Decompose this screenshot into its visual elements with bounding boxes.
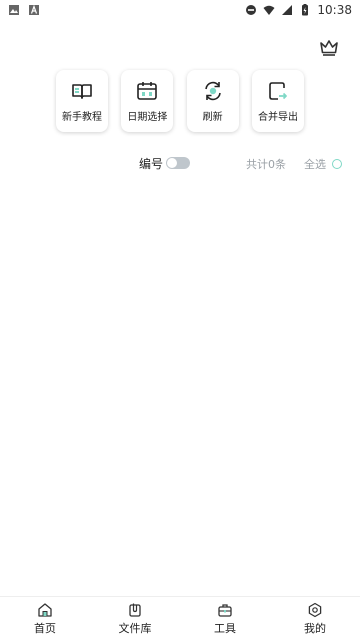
nav-item-home[interactable]: 首页 — [5, 602, 85, 636]
dnd-icon — [246, 5, 257, 15]
bottom-nav: 首页 文件库 工具 我的 — [0, 596, 360, 640]
status-time: 10:38 — [317, 3, 352, 17]
status-right: 10:38 — [245, 3, 352, 17]
tool-cards: 新手教程 日期选择 刷新 合并导出 — [56, 70, 304, 132]
refresh-label: 刷新 — [202, 112, 223, 123]
home-icon — [38, 602, 52, 617]
nav-label-home: 首页 — [34, 621, 56, 635]
calendar-icon — [137, 82, 158, 100]
nav-label-tools: 工具 — [214, 621, 236, 635]
files-icon — [129, 603, 141, 617]
profile-icon — [308, 602, 322, 617]
export-icon — [269, 82, 287, 100]
refresh-icon — [204, 81, 221, 101]
numbering-label: 编号 — [139, 157, 164, 171]
image-icon — [9, 5, 19, 15]
nav-item-profile[interactable]: 我的 — [275, 602, 355, 636]
tutorial-button[interactable]: 新手教程 — [56, 70, 108, 132]
total-count: 共计0条 — [246, 158, 286, 171]
status-left — [8, 4, 40, 16]
filter-row: 编号 共计0条 全选 — [0, 153, 360, 175]
nav-item-tools[interactable]: 工具 — [185, 602, 265, 636]
signal-icon — [282, 5, 293, 15]
nav-label-profile: 我的 — [304, 621, 326, 635]
tutorial-label: 新手教程 — [62, 112, 102, 123]
date-select-button[interactable]: 日期选择 — [121, 70, 174, 132]
toggle-knob — [167, 158, 177, 168]
numbering-toggle[interactable] — [166, 157, 190, 169]
toolbox-icon — [218, 603, 232, 617]
date-select-label: 日期选择 — [127, 112, 168, 123]
a-letter-icon — [29, 4, 39, 15]
select-all-label[interactable]: 全选 — [304, 156, 326, 172]
nav-label-files: 文件库 — [118, 621, 152, 635]
merge-export-button[interactable]: 合并导出 — [251, 70, 304, 132]
merge-export-label: 合并导出 — [257, 112, 298, 123]
wifi-icon — [263, 5, 275, 15]
battery-icon — [302, 4, 309, 16]
book-icon — [72, 84, 92, 99]
status-bar: 10:38 — [0, 0, 360, 20]
nav-item-files[interactable]: 文件库 — [95, 602, 175, 636]
select-all-radio[interactable] — [332, 159, 342, 169]
refresh-button[interactable]: 刷新 — [186, 70, 239, 132]
crown-icon[interactable] — [318, 37, 340, 57]
